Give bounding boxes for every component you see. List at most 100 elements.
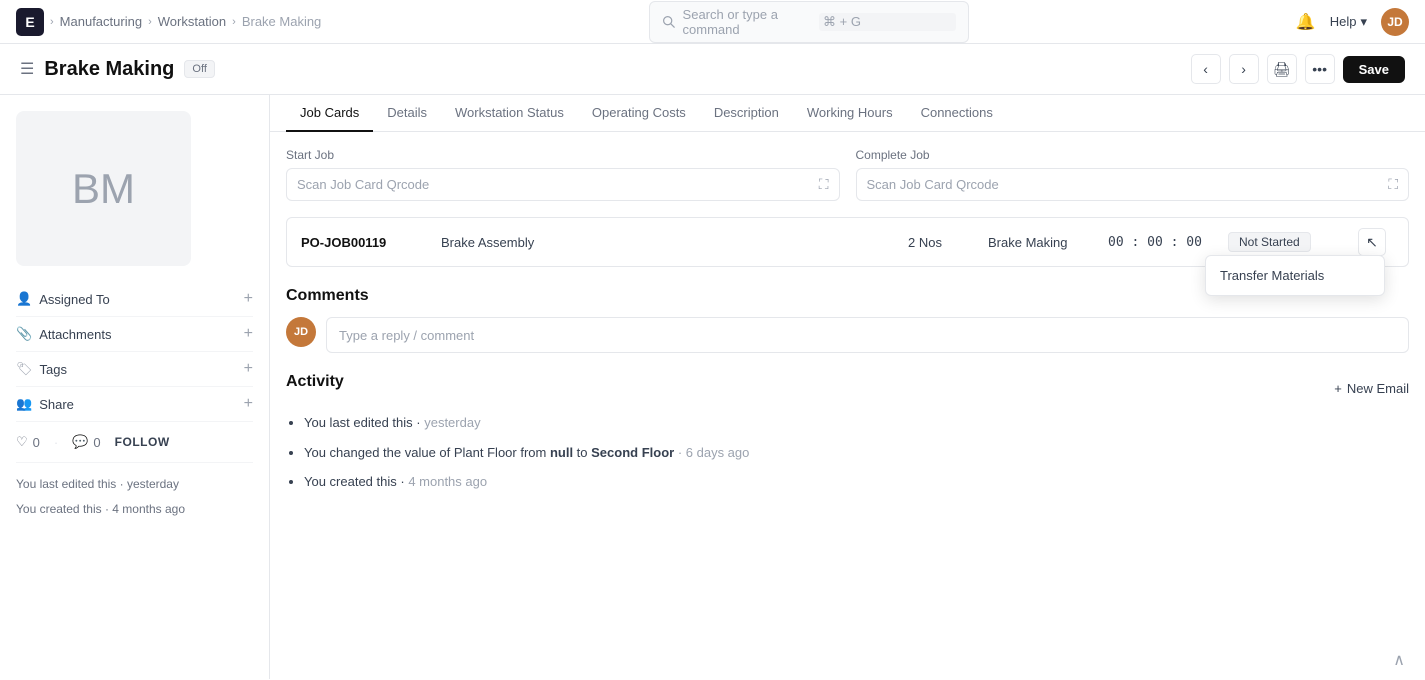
job-status-cell: Not Started [1228,232,1358,252]
start-job-input[interactable]: Scan Job Card Qrcode ⛶ [286,168,840,201]
tags-row: 🏷 Tags + [16,352,253,387]
attachments-row: 📎 Attachments + [16,317,253,352]
assigned-to-add-icon[interactable]: + [244,290,253,308]
complete-job-label: Complete Job [856,148,1410,162]
comment-input[interactable]: Type a reply / comment [326,317,1409,353]
print-button[interactable]: 🖨 [1267,54,1297,84]
search-icon [662,15,675,28]
page-header-right: ‹ › 🖨 ••• Save [1191,54,1405,84]
tags-text: Tags [40,362,67,377]
job-id-cell: PO-JOB00119 [301,235,441,250]
status-badge: Off [184,60,214,78]
start-job-block: Start Job Scan Job Card Qrcode ⛶ [286,148,840,201]
heart-icon: ♡ [16,434,28,450]
scroll-up-icon[interactable]: ∧ [1393,650,1405,670]
activity-text-1: You last edited this · yesterday [304,415,481,430]
breadcrumb-workstation[interactable]: Workstation [158,14,226,29]
comment-icon: 💬 [72,434,88,450]
sidebar-stats: ♡ 0 · 💬 0 FOLLOW [16,422,253,463]
page-title: Brake Making [44,58,174,81]
notification-icon[interactable]: 🔔 [1296,12,1316,32]
tags-label: 🏷 Tags [16,361,67,377]
share-row: 👥 Share + [16,387,253,422]
comments-stat[interactable]: 💬 0 [72,434,100,450]
search-box[interactable]: Search or type a command ⌘ + G [649,1,969,43]
tab-description[interactable]: Description [700,95,793,132]
job-status-badge: Not Started [1228,232,1311,252]
sidebar-toggle-icon[interactable]: ☰ [20,59,34,79]
job-cards-content: Start Job Scan Job Card Qrcode ⛶ Complet… [270,132,1425,518]
help-button[interactable]: Help ▾ [1330,14,1367,30]
activity-text-3: You created this · 4 months ago [304,474,487,489]
likes-stat[interactable]: ♡ 0 [16,434,40,450]
likes-count: 0 [33,435,40,450]
activity-header: Activity + New Email [286,373,1409,403]
breadcrumb-current: Brake Making [242,14,321,29]
table-row: PO-JOB00119 Brake Assembly 2 Nos Brake M… [287,218,1408,266]
sidebar-activity-item-1: You last edited this · yesterday [16,475,253,494]
tags-add-icon[interactable]: + [244,360,253,378]
tab-operating-costs[interactable]: Operating Costs [578,95,700,132]
tab-bar: Job Cards Details Workstation Status Ope… [270,95,1425,132]
activity-section-title: Activity [286,373,344,391]
app-icon: E [16,8,44,36]
new-email-button[interactable]: + New Email [1334,381,1409,396]
attachments-label: 📎 Attachments [16,326,111,342]
follow-button[interactable]: FOLLOW [115,435,170,449]
search-area[interactable]: Search or type a command ⌘ + G [649,1,969,43]
comment-placeholder: Type a reply / comment [339,328,474,343]
assigned-to-text: Assigned To [39,292,110,307]
topnav-right: 🔔 Help ▾ JD [1296,8,1409,36]
breadcrumb-manufacturing[interactable]: Manufacturing [60,14,142,29]
new-email-label: New Email [1347,381,1409,396]
job-action-cell: ↖ Transfer Materials [1358,228,1394,256]
prev-button[interactable]: ‹ [1191,54,1221,84]
comment-box: JD Type a reply / comment [286,317,1409,353]
entity-avatar: BM [16,111,191,266]
share-icon: 👥 [16,396,32,412]
tab-connections[interactable]: Connections [907,95,1007,132]
help-label: Help [1330,14,1357,29]
complete-job-block: Complete Job Scan Job Card Qrcode ⛶ [856,148,1410,201]
dropdown-menu: Transfer Materials [1205,255,1385,296]
share-text: Share [39,397,74,412]
share-label: 👥 Share [16,396,74,412]
main-layout: BM 👤 Assigned To + 📎 Attachments + 🏷 Tag… [0,95,1425,679]
breadcrumb-arrow-1: › [50,16,54,28]
main-content: Job Cards Details Workstation Status Ope… [270,95,1425,679]
activity-item-3: You created this · 4 months ago [304,472,1409,492]
qr-section: Start Job Scan Job Card Qrcode ⛶ Complet… [286,148,1409,201]
tab-details[interactable]: Details [373,95,441,132]
attachments-icon: 📎 [16,326,32,342]
page-header: ☰ Brake Making Off ‹ › 🖨 ••• Save [0,44,1425,95]
start-job-scan-icon: ⛶ [819,176,829,193]
sidebar-activity-item-2: You created this · 4 months ago [16,500,253,519]
start-job-label: Start Job [286,148,840,162]
search-placeholder: Search or type a command [683,7,812,37]
start-job-placeholder: Scan Job Card Qrcode [297,177,429,192]
plus-icon: + [1334,381,1342,396]
transfer-materials-item[interactable]: Transfer Materials [1206,260,1384,291]
activity-item-1: You last edited this · yesterday [304,413,1409,433]
attachments-add-icon[interactable]: + [244,325,253,343]
job-action-button[interactable]: ↖ Transfer Materials [1358,228,1386,256]
avatar[interactable]: JD [1381,8,1409,36]
complete-job-placeholder: Scan Job Card Qrcode [867,177,999,192]
breadcrumb-area: E › Manufacturing › Workstation › Brake … [16,8,321,36]
tab-job-cards[interactable]: Job Cards [286,95,373,132]
job-item-cell: Brake Assembly [441,235,908,250]
search-shortcut: ⌘ + G [819,13,956,31]
job-station-cell: Brake Making [988,235,1108,250]
tab-working-hours[interactable]: Working Hours [793,95,907,132]
next-button[interactable]: › [1229,54,1259,84]
assigned-to-icon: 👤 [16,291,32,307]
tab-workstation-status[interactable]: Workstation Status [441,95,578,132]
complete-job-input[interactable]: Scan Job Card Qrcode ⛶ [856,168,1410,201]
tags-icon: 🏷 [16,361,33,377]
save-button[interactable]: Save [1343,56,1405,83]
sidebar-activity: You last edited this · yesterday You cre… [16,475,253,519]
cursor-icon: ↖ [1366,234,1378,251]
comments-count: 0 [93,435,100,450]
more-options-button[interactable]: ••• [1305,54,1335,84]
share-add-icon[interactable]: + [244,395,253,413]
